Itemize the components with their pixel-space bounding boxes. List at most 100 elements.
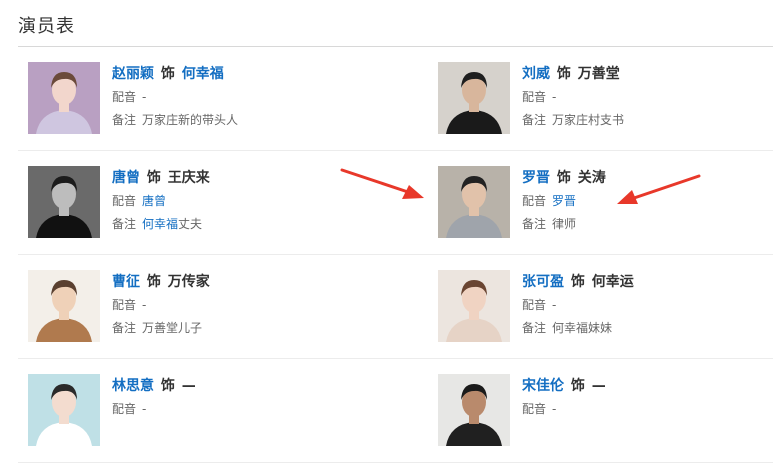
cast-card: 曹征 饰 万传家 配音 - 备注 万善堂儿子	[28, 270, 358, 344]
cast-info: 林思意 饰 — 配音 -	[112, 374, 357, 421]
role-connector: 饰	[142, 170, 166, 186]
note-line: 备注 万家庄新的带头人	[112, 109, 357, 132]
actor-photo[interactable]	[28, 166, 100, 238]
dub-line: 配音 -	[522, 294, 767, 317]
actor-name-link[interactable]: 赵丽颖	[112, 66, 154, 82]
dub-line: 配音 -	[522, 398, 767, 421]
name-line: 赵丽颖 饰 何幸福	[112, 62, 357, 86]
dub-label: 配音	[112, 402, 137, 416]
role-name: —	[181, 378, 196, 394]
actor-name-link[interactable]: 张可盈	[522, 274, 564, 290]
dub-value: -	[142, 298, 147, 312]
name-line: 林思意 饰 —	[112, 374, 357, 398]
note-value: 万善堂儿子	[142, 321, 203, 335]
cast-row: 赵丽颖 饰 何幸福 配音 - 备注 万家庄新的带头人 刘威 饰 万善堂 配音 - 备注 万家庄村…	[18, 47, 773, 151]
role-connector: 饰	[552, 170, 576, 186]
dub-actor-link[interactable]: 唐曾	[142, 194, 166, 208]
dub-label: 配音	[522, 90, 547, 104]
name-line: 曹征 饰 万传家	[112, 270, 357, 294]
actor-photo[interactable]	[438, 62, 510, 134]
dub-label: 配音	[112, 90, 137, 104]
section-title: 演员表	[18, 16, 75, 37]
dub-label: 配音	[112, 194, 137, 208]
actor-name-link[interactable]: 罗晋	[522, 170, 550, 186]
role-name-link[interactable]: 何幸福	[182, 66, 224, 82]
cast-card: 唐曾 饰 王庆来 配音 唐曾 备注 何幸福丈夫	[28, 166, 358, 240]
name-line: 张可盈 饰 何幸运	[522, 270, 767, 294]
actor-name-link[interactable]: 刘威	[522, 66, 550, 82]
note-label: 备注	[522, 113, 547, 127]
cast-row: 林思意 饰 — 配音 - 宋佳伦 饰 — 配音 -	[18, 359, 773, 463]
actor-photo[interactable]	[438, 374, 510, 446]
role-name: 万传家	[167, 274, 210, 290]
dub-line: 配音 -	[112, 294, 357, 317]
actor-name-link[interactable]: 唐曾	[112, 170, 140, 186]
cast-info: 赵丽颖 饰 何幸福 配音 - 备注 万家庄新的带头人	[112, 62, 357, 132]
cast-card: 罗晋 饰 关涛配音 罗晋 备注 律师	[438, 166, 768, 240]
role-name: 关涛	[577, 170, 606, 186]
actor-photo[interactable]	[438, 270, 510, 342]
note-line: 备注 万家庄村支书	[522, 109, 767, 132]
dub-value: -	[552, 402, 557, 416]
actor-name-link[interactable]: 宋佳伦	[522, 378, 564, 394]
name-line: 唐曾 饰 王庆来	[112, 166, 357, 190]
actor-name-link[interactable]: 曹征	[112, 274, 140, 290]
cast-card: 宋佳伦 饰 — 配音 -	[438, 374, 768, 448]
role-connector: 饰	[156, 378, 180, 394]
dub-line: 配音 唐曾	[112, 190, 357, 213]
dub-value: -	[142, 402, 147, 416]
note-value: 何幸福妹妹	[552, 321, 613, 335]
dub-line: 配音 罗晋	[522, 190, 767, 213]
role-connector: 饰	[566, 378, 590, 394]
cast-card: 刘威 饰 万善堂 配音 - 备注 万家庄村支书	[438, 62, 768, 136]
cast-info: 刘威 饰 万善堂 配音 - 备注 万家庄村支书	[522, 62, 767, 132]
role-name: 何幸运	[591, 274, 634, 290]
cast-row: 曹征 饰 万传家 配音 - 备注 万善堂儿子 张可盈 饰 何幸运 配音 - 备注 何幸福妹妹	[18, 255, 773, 359]
cast-row: 唐曾 饰 王庆来 配音 唐曾 备注 何幸福丈夫 罗晋 饰 关涛 配音 罗晋 备注 律师	[18, 151, 773, 255]
actor-photo[interactable]	[28, 270, 100, 342]
note-value: 万家庄新的带头人	[142, 113, 239, 127]
cast-info: 张可盈 饰 何幸运 配音 - 备注 何幸福妹妹	[522, 270, 767, 340]
dub-actor-link[interactable]: 罗晋	[552, 194, 576, 208]
role-connector: 饰	[142, 274, 166, 290]
note-label: 备注	[522, 321, 547, 335]
role-connector: 饰	[552, 66, 576, 82]
dub-value: -	[142, 90, 147, 104]
note-line: 备注 律师	[522, 213, 767, 236]
dub-line: 配音 -	[522, 86, 767, 109]
cast-list: 赵丽颖 饰 何幸福 配音 - 备注 万家庄新的带头人 刘威 饰 万善堂 配音 - 备注 万家庄村…	[18, 47, 773, 463]
name-line: 刘威 饰 万善堂	[522, 62, 767, 86]
cast-card: 林思意 饰 — 配音 -	[28, 374, 358, 448]
role-connector: 饰	[566, 274, 590, 290]
cast-card: 张可盈 饰 何幸运 配音 - 备注 何幸福妹妹	[438, 270, 768, 344]
role-connector: 饰	[156, 66, 180, 82]
dub-line: 配音 -	[112, 398, 357, 421]
cast-card: 赵丽颖 饰 何幸福 配音 - 备注 万家庄新的带头人	[28, 62, 358, 136]
note-line: 备注 何幸福丈夫	[112, 213, 357, 236]
name-line: 宋佳伦 饰 —	[522, 374, 767, 398]
actor-name-link[interactable]: 林思意	[112, 378, 154, 394]
role-name: —	[591, 378, 606, 394]
cast-info: 罗晋 饰 关涛配音 罗晋 备注 律师	[522, 166, 767, 236]
note-label: 备注	[112, 321, 137, 335]
note-line: 备注 万善堂儿子	[112, 317, 357, 340]
dub-label: 配音	[522, 402, 547, 416]
cast-info: 唐曾 饰 王庆来 配音 唐曾 备注 何幸福丈夫	[112, 166, 357, 236]
dub-line: 配音 -	[112, 86, 357, 109]
cast-info: 宋佳伦 饰 — 配音 -	[522, 374, 767, 421]
note-label: 备注	[112, 113, 137, 127]
role-name: 万善堂	[577, 66, 620, 82]
note-value: 万家庄村支书	[552, 113, 625, 127]
dub-label: 配音	[112, 298, 137, 312]
note-label: 备注	[112, 217, 137, 231]
note-label: 备注	[522, 217, 547, 231]
role-name: 王庆来	[167, 170, 210, 186]
dub-value: -	[552, 298, 557, 312]
note-person-link[interactable]: 何幸福	[142, 217, 178, 231]
actor-photo[interactable]	[438, 166, 510, 238]
dub-value: -	[552, 90, 557, 104]
actor-photo[interactable]	[28, 374, 100, 446]
actor-photo[interactable]	[28, 62, 100, 134]
note-line: 备注 何幸福妹妹	[522, 317, 767, 340]
note-value: 丈夫	[178, 217, 203, 231]
